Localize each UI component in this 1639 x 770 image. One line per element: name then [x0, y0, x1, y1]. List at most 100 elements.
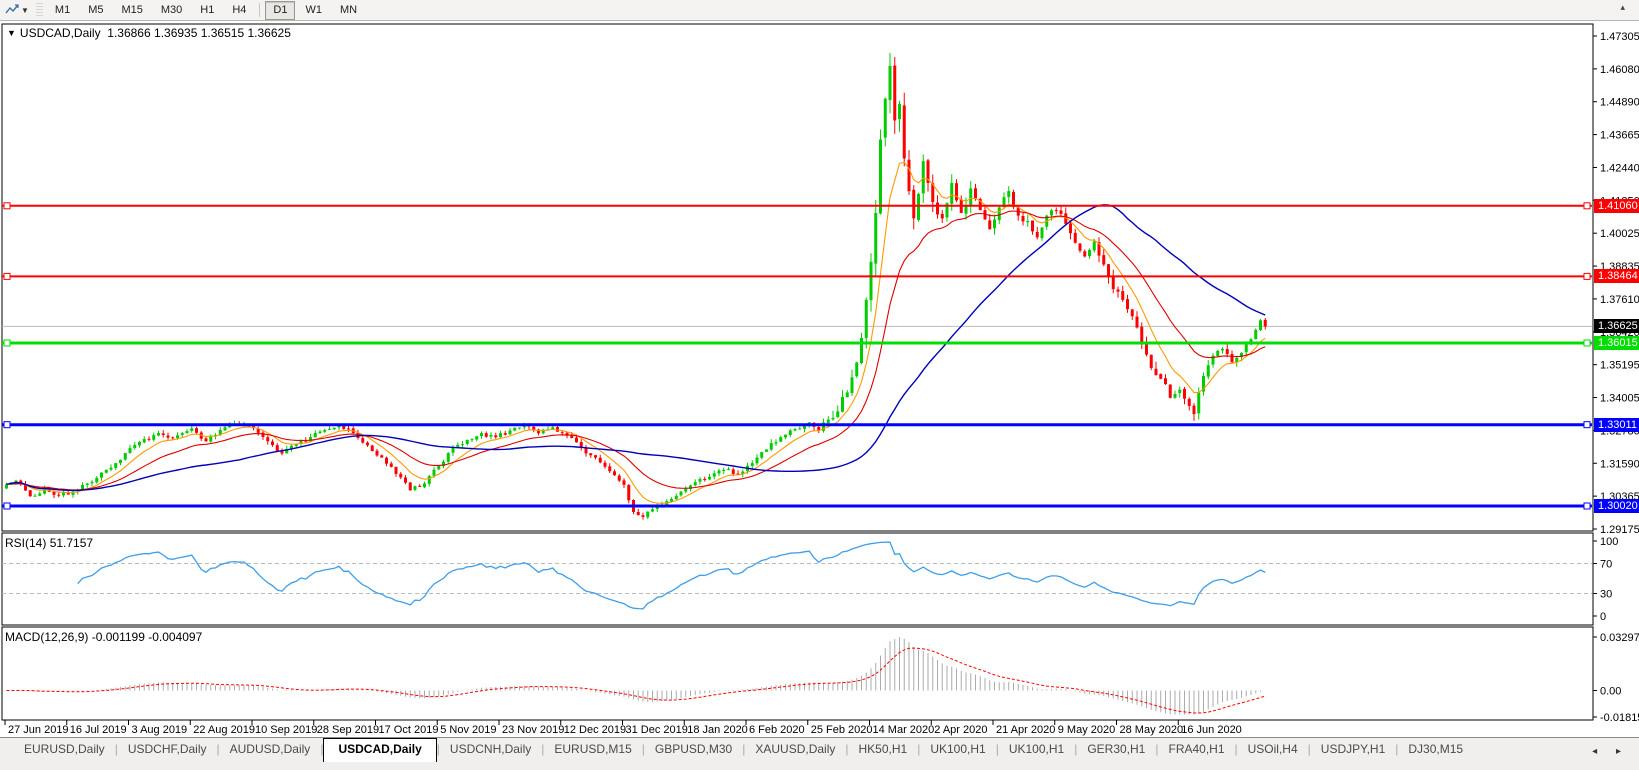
candle-body [532, 427, 535, 430]
candle-body [604, 463, 607, 467]
chart-tab-dj30-m15[interactable]: DJ30,M15 [1398, 739, 1473, 760]
timeframe-button-d1[interactable]: D1 [265, 1, 295, 20]
line-anchor-handle[interactable] [1584, 203, 1590, 209]
timeframe-button-h1[interactable]: H1 [192, 1, 222, 20]
line-anchor-handle[interactable] [1584, 422, 1590, 428]
chart-tab-fra40-h1[interactable]: FRA40,H1 [1158, 739, 1234, 760]
candle-body [380, 455, 383, 457]
candle-body [110, 468, 113, 470]
candle-body [651, 509, 654, 511]
candle-body [718, 471, 721, 474]
chart-tab-usdjpy-h1[interactable]: USDJPY,H1 [1311, 739, 1395, 760]
chart-tab-uk100-h1[interactable]: UK100,H1 [999, 739, 1074, 760]
candle-body [561, 432, 564, 433]
candle-body [513, 428, 516, 431]
candle-body [95, 478, 98, 483]
candle-body [471, 439, 474, 440]
chart-tab-usdcad-daily[interactable]: USDCAD,Daily [323, 738, 436, 762]
collapse-triangle-icon[interactable]: ▼ [7, 28, 16, 38]
candle-body [57, 495, 60, 496]
candle-body [266, 437, 269, 441]
timeframe-button-m1[interactable]: M1 [47, 1, 78, 20]
date-label: 28 May 2020 [1120, 724, 1184, 736]
chart-tab-eurusd-daily[interactable]: EURUSD,Daily [14, 739, 115, 760]
chart-tab-usoil-h4[interactable]: USOil,H4 [1238, 739, 1308, 760]
candle-body [908, 160, 911, 192]
candle-body [314, 433, 317, 438]
main-panel-frame [2, 24, 1593, 531]
chart-symbol-label: USDCAD,Daily [20, 26, 101, 40]
candle-body [955, 183, 958, 200]
candle-body [1117, 290, 1120, 292]
chart-tab-usdcnh-daily[interactable]: USDCNH,Daily [440, 739, 541, 760]
candle-body [133, 445, 136, 448]
candle-body [1126, 299, 1129, 309]
candle-body [376, 451, 379, 456]
line-anchor-handle[interactable] [1584, 503, 1590, 509]
candle-body [917, 194, 920, 220]
candle-body [1007, 191, 1010, 197]
candle-body [1226, 349, 1229, 354]
candle-body [371, 446, 374, 452]
date-label: 12 Dec 2019 [564, 724, 626, 736]
candle-body [176, 435, 179, 438]
date-label: 3 Aug 2019 [132, 724, 188, 736]
timeframe-button-w1[interactable]: W1 [297, 1, 330, 20]
line-anchor-handle[interactable] [4, 503, 10, 509]
chart-tab-eurusd-m15[interactable]: EURUSD,M15 [544, 739, 641, 760]
candle-body [827, 420, 830, 424]
candle-body [129, 448, 132, 453]
toolbar-overflow-button[interactable]: ▴ [1620, 2, 1625, 13]
chart-tab-xauusd-daily[interactable]: XAUUSD,Daily [745, 739, 845, 760]
candle-body [1216, 351, 1219, 356]
candle-body [1169, 385, 1172, 398]
candle-body [404, 478, 407, 483]
line-studies-icon [5, 4, 19, 16]
line-anchor-handle[interactable] [4, 203, 10, 209]
candle-body [1197, 392, 1200, 413]
candle-body [423, 484, 426, 488]
chart-tab-ger30-h1[interactable]: GER30,H1 [1077, 739, 1155, 760]
candle-body [1022, 216, 1025, 221]
chart-tab-audusd-daily[interactable]: AUDUSD,Daily [220, 739, 321, 760]
candle-body [998, 207, 1001, 220]
date-label: 14 Mar 2020 [873, 724, 935, 736]
macd-title: MACD(12,26,9) -0.001199 -0.004097 [5, 630, 202, 644]
candle-body [347, 429, 350, 430]
line-anchor-handle[interactable] [1584, 340, 1590, 346]
candle-body [1178, 390, 1181, 393]
timeframe-button-m15[interactable]: M15 [113, 1, 150, 20]
price-tick-label: 1.29175 [1600, 524, 1639, 536]
macd-current-values: -0.001199 -0.004097 [92, 630, 203, 644]
candle-body [699, 479, 702, 482]
candle-body [428, 476, 431, 484]
line-anchor-handle[interactable] [4, 273, 10, 279]
candle-body [1245, 344, 1248, 352]
line-anchor-handle[interactable] [4, 422, 10, 428]
toolbar-drag-handle[interactable] [36, 3, 43, 17]
date-label: 23 Nov 2019 [502, 724, 564, 736]
line-studies-button[interactable]: ▼ [0, 2, 34, 18]
timeframe-button-m30[interactable]: M30 [153, 1, 190, 20]
line-anchor-handle[interactable] [4, 340, 10, 346]
candle-body [366, 443, 369, 446]
chart-tab-uk100-h1[interactable]: UK100,H1 [920, 739, 995, 760]
chart-tab-hk50-h1[interactable]: HK50,H1 [849, 739, 918, 760]
candle-body [589, 453, 592, 455]
candle-body [903, 105, 906, 158]
chevron-down-icon[interactable]: ▼ [21, 6, 29, 15]
line-anchor-handle[interactable] [1584, 273, 1590, 279]
candle-body [594, 455, 597, 457]
timeframe-button-m5[interactable]: M5 [80, 1, 111, 20]
date-label: 9 May 2020 [1058, 724, 1115, 736]
candle-body [608, 466, 611, 471]
candle-body [433, 470, 436, 476]
candle-body [775, 442, 778, 443]
timeframe-button-h4[interactable]: H4 [224, 1, 254, 20]
timeframe-button-mn[interactable]: MN [332, 1, 365, 20]
candle-body [637, 512, 640, 515]
chart-tab-gbpusd-m30[interactable]: GBPUSD,M30 [645, 739, 742, 760]
candle-body [1264, 320, 1267, 327]
chart-tab-usdchf-daily[interactable]: USDCHF,Daily [118, 739, 217, 760]
toolbar-separator [259, 3, 260, 17]
